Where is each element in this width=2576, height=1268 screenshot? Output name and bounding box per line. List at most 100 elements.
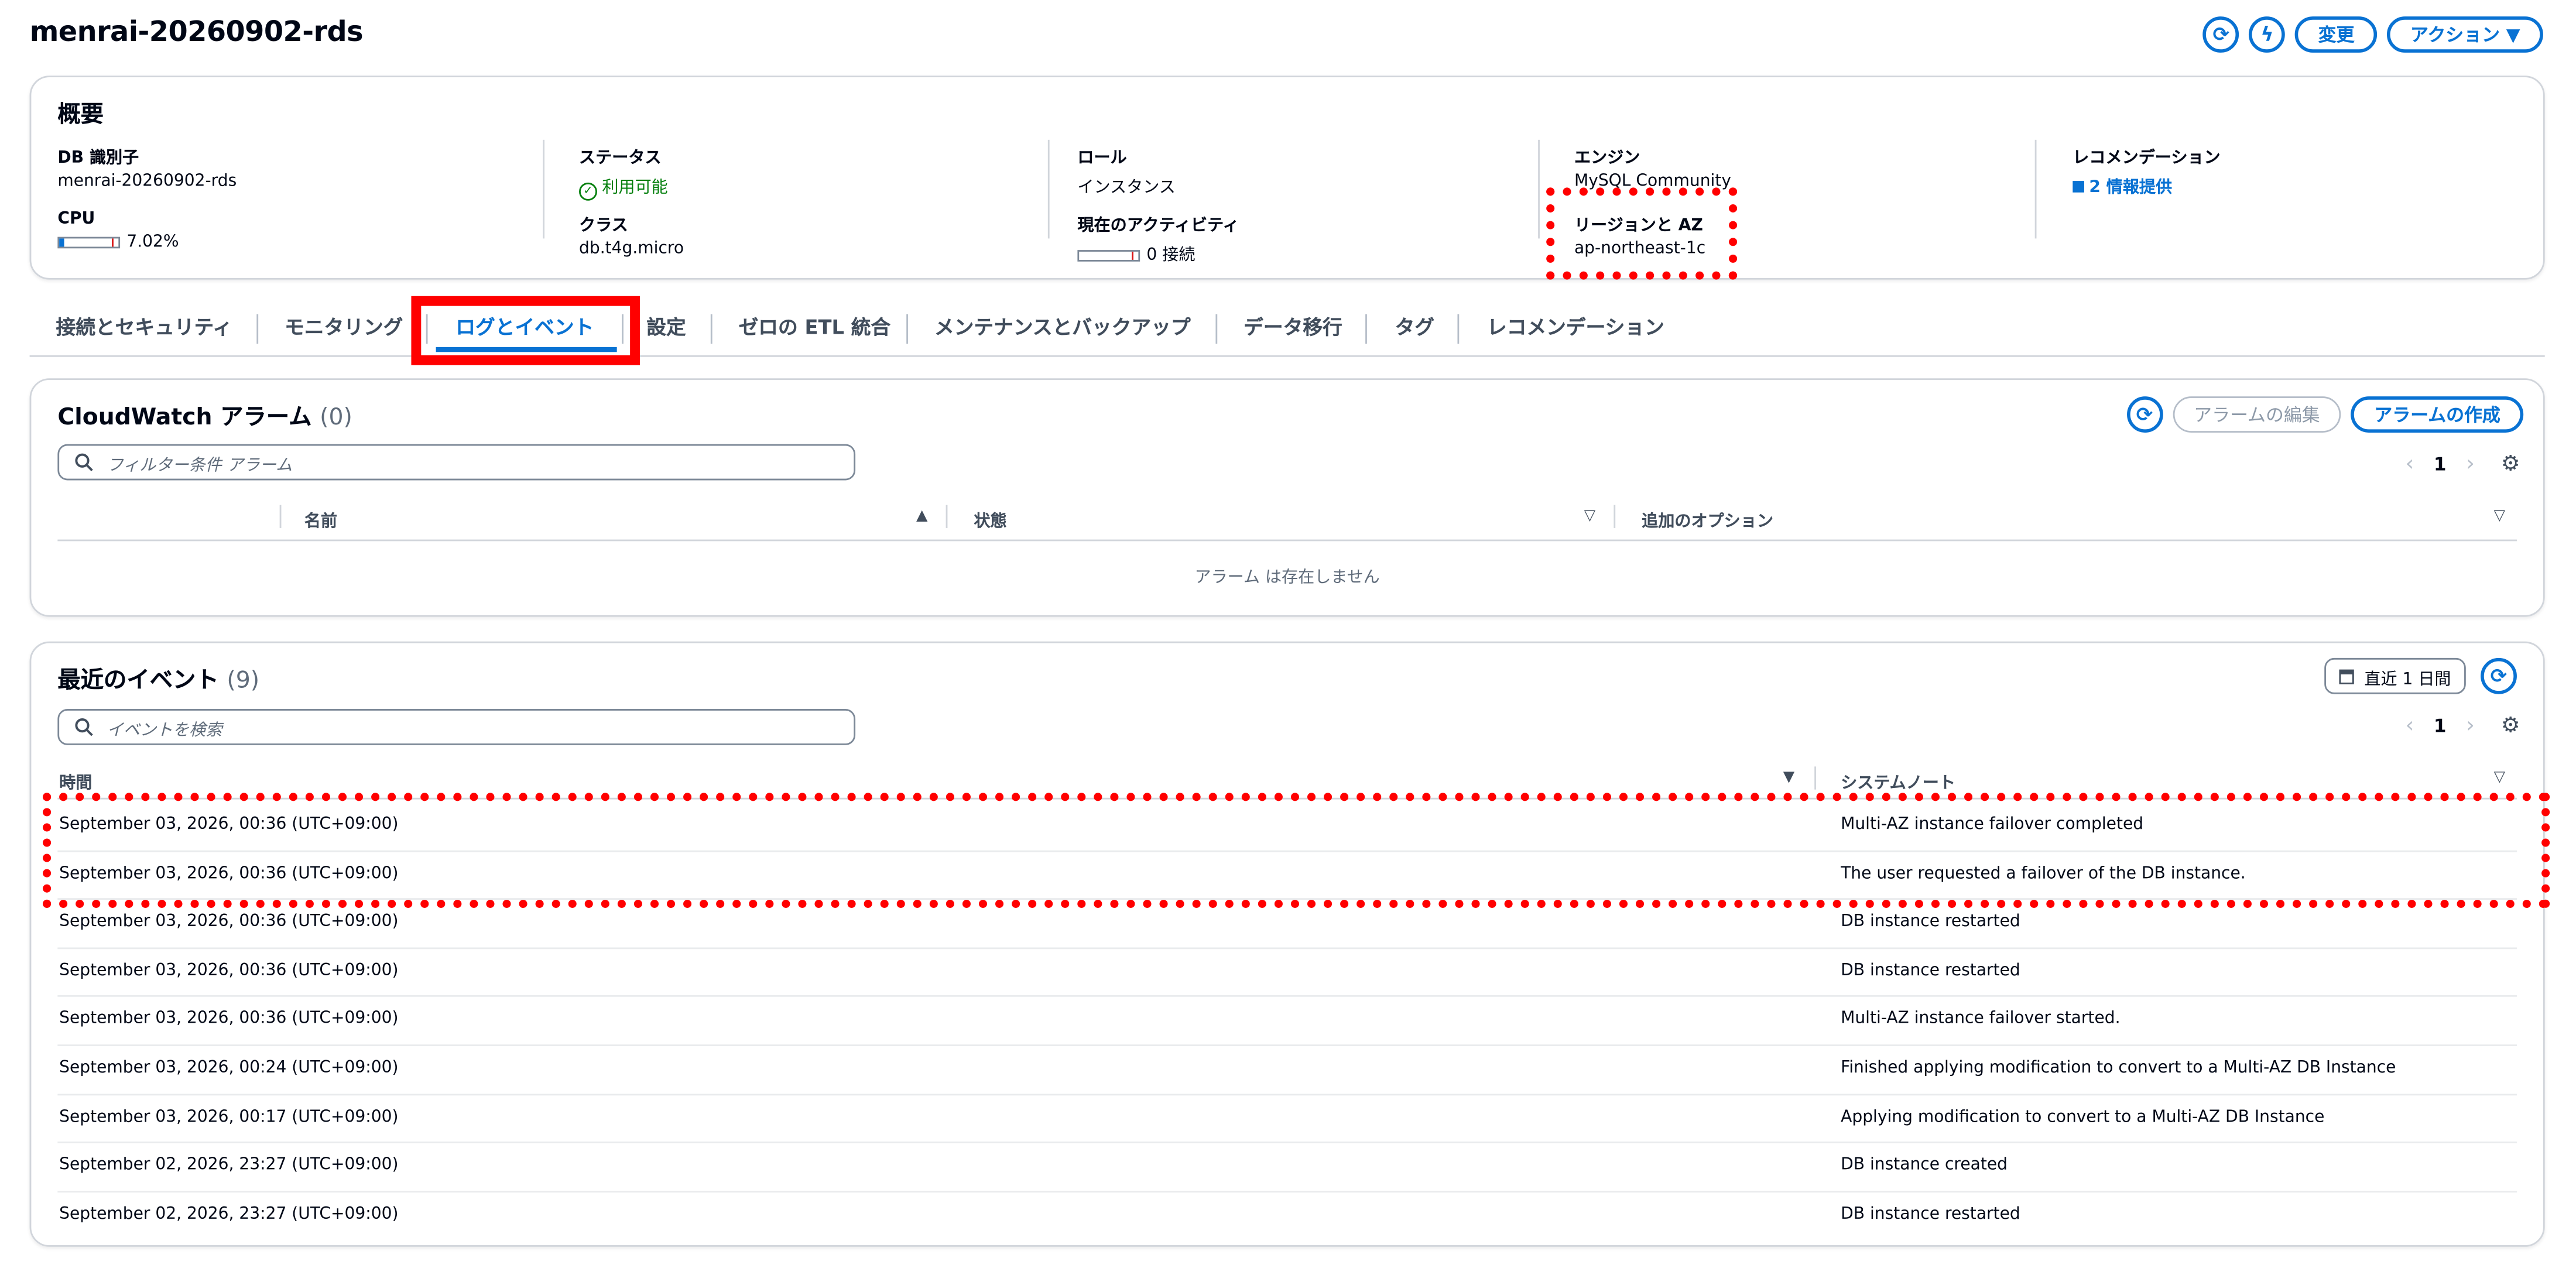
header-rule	[57, 539, 2517, 542]
events-search-placeholder: イベントを検索	[107, 721, 222, 739]
gear-icon[interactable]: ⚙	[2501, 453, 2520, 477]
alarms-pagination: ‹ 1 › ⚙	[2406, 453, 2520, 477]
table-row: September 02, 2026, 23:27 (UTC+09:00) DB …	[57, 1142, 2517, 1192]
event-time: September 03, 2026, 00:36 (UTC+09:00)	[59, 962, 399, 981]
engine-label: エンジン	[1574, 149, 1640, 168]
status-label: ステータス	[579, 149, 662, 168]
tab-divider	[1365, 314, 1367, 344]
status-value: ✓ 利用可能	[579, 173, 684, 201]
cloudwatch-alarms-card: CloudWatch アラーム (0) ⟳ アラームの編集 アラームの作成 フィ…	[29, 378, 2545, 617]
divider	[1538, 139, 1540, 239]
event-note: Applying modification to convert to a Mu…	[1841, 1108, 2325, 1126]
overview-card: 概要 DB 識別子 menrai-20260902-rds CPU 7.02% …	[29, 76, 2545, 280]
chevron-left-icon[interactable]: ‹	[2406, 714, 2414, 738]
event-time: September 03, 2026, 00:36 (UTC+09:00)	[59, 913, 399, 931]
divider	[2034, 139, 2037, 239]
chevron-right-icon[interactable]: ›	[2466, 714, 2475, 738]
events-title: 最近のイベント (9)	[57, 667, 260, 694]
date-range-button[interactable]: 直近 1 日間	[2324, 657, 2466, 694]
divider	[543, 139, 545, 239]
alarms-filter-input[interactable]: フィルター条件 アラーム	[57, 444, 856, 481]
overview-col-2: ステータス ✓ 利用可能 クラス db.t4g.micro	[579, 143, 684, 277]
lightning-icon: ϟ	[2260, 23, 2274, 46]
event-time: September 03, 2026, 00:24 (UTC+09:00)	[59, 1059, 399, 1078]
table-row: September 03, 2026, 00:17 (UTC+09:00) App…	[57, 1093, 2517, 1144]
tab-monitoring[interactable]: モニタリング	[285, 306, 403, 355]
overview-col-5: レコメンデーション 2 情報提供	[2073, 143, 2221, 210]
sort-ascending-icon[interactable]: ▲	[916, 508, 927, 525]
event-note: DB instance restarted	[1841, 913, 2020, 931]
tab-divider	[256, 314, 259, 344]
page-title: menrai-20260902-rds	[29, 16, 364, 50]
modify-button[interactable]: 変更	[2295, 16, 2378, 53]
tab-tags[interactable]: タグ	[1395, 306, 1434, 355]
table-row: September 03, 2026, 00:36 (UTC+09:00) DB …	[57, 947, 2517, 998]
tab-divider	[710, 314, 712, 344]
alarms-title: CloudWatch アラーム (0)	[57, 405, 352, 431]
chevron-left-icon[interactable]: ‹	[2406, 453, 2414, 477]
events-pagination: ‹ 1 › ⚙	[2406, 714, 2520, 738]
refresh-icon: ⟳	[2490, 664, 2508, 688]
tab-configuration[interactable]: 設定	[646, 306, 686, 355]
alarms-filter-placeholder: フィルター条件 アラーム	[107, 456, 293, 475]
column-state[interactable]: 状態	[974, 506, 1006, 532]
event-note: DB instance restarted	[1841, 1205, 2020, 1224]
highlight-region	[1546, 187, 1738, 280]
column-time[interactable]: 時間	[59, 768, 92, 793]
tab-data-migration[interactable]: データ移行	[1244, 306, 1342, 355]
edit-alarm-button[interactable]: アラームの編集	[2172, 396, 2342, 433]
event-time: September 03, 2026, 00:36 (UTC+09:00)	[59, 1010, 399, 1029]
table-row: September 03, 2026, 00:36 (UTC+09:00) Mul…	[57, 996, 2517, 1046]
events-refresh-button[interactable]: ⟳	[2481, 657, 2517, 694]
tab-divider	[1457, 314, 1460, 344]
create-alarm-button[interactable]: アラームの作成	[2351, 396, 2524, 433]
date-range-label: 直近 1 日間	[2364, 670, 2451, 688]
event-time: September 03, 2026, 00:17 (UTC+09:00)	[59, 1108, 399, 1126]
gear-icon[interactable]: ⚙	[2501, 714, 2520, 738]
tab-maintenance-backup[interactable]: メンテナンスとバックアップ	[934, 306, 1191, 355]
actions-dropdown[interactable]: アクション ▼	[2387, 16, 2543, 53]
refresh-icon: ⟳	[2212, 23, 2230, 46]
role-value: インスタンス	[1077, 179, 1176, 198]
column-divider	[279, 505, 282, 528]
events-search-input[interactable]: イベントを検索	[57, 709, 856, 745]
sort-icon[interactable]: ▽	[2494, 770, 2505, 786]
tab-divider	[906, 314, 908, 344]
event-note: DB instance created	[1841, 1156, 2008, 1175]
highlight-failover-rows	[43, 793, 2550, 908]
table-row: September 02, 2026, 23:27 (UTC+09:00) DB …	[57, 1191, 2517, 1239]
tab-recommendations[interactable]: レコメンデーション	[1487, 306, 1664, 355]
refresh-button[interactable]: ⟳	[2202, 16, 2239, 53]
db-identifier-value: menrai-20260902-rds	[57, 173, 237, 191]
highlight-logs-tab	[411, 296, 640, 365]
search-icon	[75, 718, 93, 736]
detail-tabs: 接続とセキュリティ モニタリング ログとイベント 設定 ゼロの ETL 統合 メ…	[29, 306, 2545, 357]
overview-col-3: ロール インスタンス 現在のアクティビティ 0 接続	[1077, 143, 1239, 277]
recommendation-link[interactable]: 2 情報提供	[2073, 173, 2220, 197]
quick-action-button[interactable]: ϟ	[2249, 16, 2286, 53]
refresh-icon: ⟳	[2136, 403, 2153, 426]
activity-label: 現在のアクティビティ	[1077, 217, 1239, 235]
tab-divider	[1215, 314, 1218, 344]
event-time: September 02, 2026, 23:27 (UTC+09:00)	[59, 1205, 399, 1224]
column-system-note[interactable]: システムノート	[1841, 768, 1955, 793]
tab-zero-etl[interactable]: ゼロの ETL 統合	[739, 306, 891, 355]
event-note: Multi-AZ instance failover started.	[1841, 1010, 2121, 1029]
recent-events-card: 最近のイベント (9) 直近 1 日間 ⟳ イベントを検索 ‹ 1 › ⚙ 時間…	[29, 641, 2545, 1247]
column-additional-options[interactable]: 追加のオプション	[1642, 506, 1773, 532]
event-note: Finished applying modification to conver…	[1841, 1059, 2396, 1078]
chevron-right-icon[interactable]: ›	[2466, 453, 2475, 477]
column-name[interactable]: 名前	[304, 506, 337, 532]
activity-value: 0 接続	[1077, 240, 1239, 265]
page-number[interactable]: 1	[2434, 715, 2447, 737]
sort-descending-icon[interactable]: ▼	[1783, 770, 1794, 786]
alarms-refresh-button[interactable]: ⟳	[2126, 396, 2163, 433]
tab-connectivity-security[interactable]: 接続とセキュリティ	[56, 306, 232, 355]
sort-icon[interactable]: ▽	[1584, 508, 1595, 525]
page-number[interactable]: 1	[2434, 454, 2447, 475]
sort-icon[interactable]: ▽	[2494, 508, 2505, 525]
recommendation-label: レコメンデーション	[2073, 149, 2221, 168]
check-circle-icon: ✓	[579, 182, 597, 201]
activity-meter	[1077, 249, 1140, 261]
db-identifier-label: DB 識別子	[57, 149, 139, 168]
